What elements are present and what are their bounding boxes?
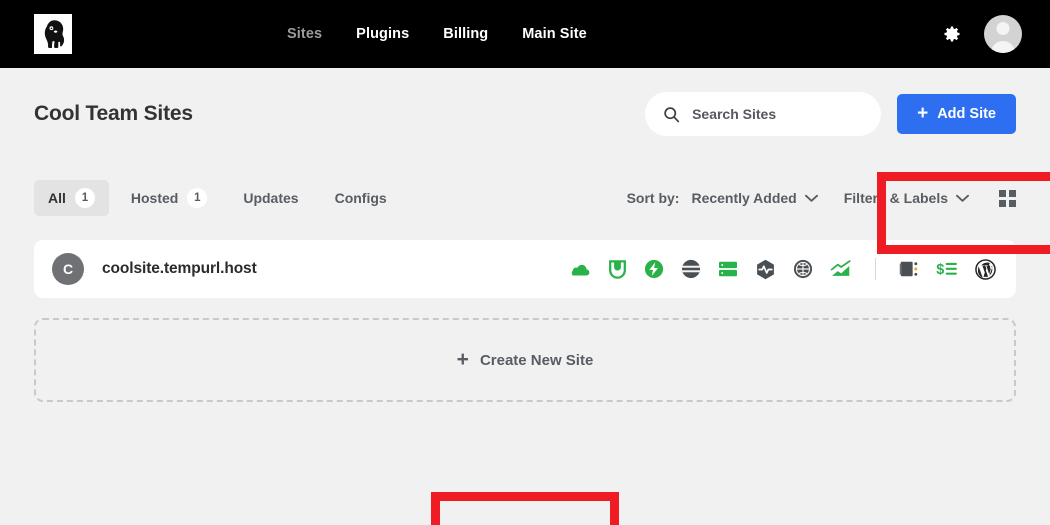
tab-configs[interactable]: Configs: [321, 182, 401, 214]
site-avatar: C: [52, 253, 84, 285]
sort-label: Sort by:: [626, 190, 680, 206]
tab-hosted[interactable]: Hosted 1: [117, 180, 221, 216]
toolbar-right: Sort by: Recently Added Filters & Labels: [627, 189, 1016, 207]
tab-all[interactable]: All 1: [34, 180, 109, 216]
user-avatar[interactable]: [984, 15, 1022, 53]
site-row[interactable]: C coolsite.tempurl.host $: [34, 240, 1016, 298]
grid-cell: [1009, 189, 1016, 197]
gear-icon[interactable]: [942, 24, 962, 44]
filter-toolbar: All 1 Hosted 1 Updates Configs Sort by: …: [34, 174, 1016, 222]
top-navigation-bar: Sites Plugins Billing Main Site: [0, 0, 1050, 68]
grid-cell: [999, 189, 1006, 197]
search-sites-box[interactable]: [645, 92, 882, 136]
create-new-site-label: Create New Site: [479, 351, 594, 369]
tab-updates[interactable]: Updates: [229, 182, 312, 214]
nav-link-billing[interactable]: Billing: [443, 26, 488, 42]
billing-dollar-icon[interactable]: $: [936, 260, 958, 278]
top-nav-actions: [942, 15, 1022, 53]
primary-nav: Sites Plugins Billing Main Site: [287, 26, 587, 42]
chevron-down-icon: [956, 194, 969, 202]
avatar-head: [996, 22, 1010, 35]
grid-view-icon[interactable]: [999, 189, 1016, 207]
tab-updates-label: Updates: [243, 190, 299, 206]
grid-cell: [1009, 199, 1016, 207]
page-header-actions: + Add Site: [645, 92, 1016, 136]
page-content: Cool Team Sites + Add Site All 1 Ho: [0, 68, 1050, 525]
annotation-box-create-new-site: [431, 492, 619, 525]
site-name[interactable]: coolsite.tempurl.host: [102, 260, 257, 278]
site-identity: C coolsite.tempurl.host: [52, 253, 257, 285]
shield-security-icon[interactable]: [608, 259, 627, 280]
sort-control: Sort by: Recently Added: [627, 190, 818, 206]
server-stack-icon[interactable]: [899, 259, 919, 279]
nav-link-main-site[interactable]: Main Site: [522, 26, 587, 42]
icon-divider: [875, 258, 876, 280]
tab-hosted-count: 1: [187, 188, 208, 208]
search-input[interactable]: [692, 106, 864, 122]
filters-label: Filters & Labels: [843, 190, 948, 206]
cloud-hosting-icon[interactable]: [569, 261, 591, 277]
seo-icon[interactable]: [793, 259, 813, 279]
plus-icon: +: [917, 102, 929, 124]
avatar-body: [991, 41, 1015, 53]
nav-link-plugins[interactable]: Plugins: [356, 26, 409, 42]
add-site-label: Add Site: [937, 106, 996, 122]
search-icon: [664, 106, 680, 122]
gorilla-logo[interactable]: [34, 14, 72, 54]
wordpress-icon[interactable]: [975, 258, 996, 280]
performance-bolt-icon[interactable]: [644, 259, 664, 279]
image-optimization-icon[interactable]: [681, 259, 701, 279]
tab-all-label: All: [48, 190, 66, 206]
sort-value-label: Recently Added: [691, 190, 797, 206]
page-header: Cool Team Sites + Add Site: [34, 68, 1016, 160]
sort-value-dropdown[interactable]: Recently Added: [691, 190, 818, 206]
chevron-down-icon: [804, 194, 818, 202]
analytics-chart-icon[interactable]: [830, 260, 852, 278]
tab-all-count: 1: [74, 188, 95, 208]
svg-text:$: $: [936, 262, 944, 278]
add-site-button[interactable]: + Add Site: [897, 94, 1016, 134]
create-new-site-panel[interactable]: + Create New Site: [34, 318, 1016, 402]
uptime-pulse-icon[interactable]: [755, 259, 776, 280]
page-title: Cool Team Sites: [34, 102, 193, 125]
site-status-icons: $: [569, 258, 996, 280]
tab-configs-label: Configs: [334, 190, 387, 206]
grid-cell: [999, 199, 1006, 207]
create-new-site-button[interactable]: + Create New Site: [456, 347, 594, 371]
tab-list: All 1 Hosted 1 Updates Configs: [34, 180, 401, 216]
tab-hosted-label: Hosted: [130, 190, 179, 206]
filters-and-labels-dropdown[interactable]: Filters & Labels: [844, 190, 969, 206]
nav-link-sites[interactable]: Sites: [287, 26, 322, 42]
backups-database-icon[interactable]: [718, 260, 738, 278]
plus-icon: +: [456, 347, 469, 371]
